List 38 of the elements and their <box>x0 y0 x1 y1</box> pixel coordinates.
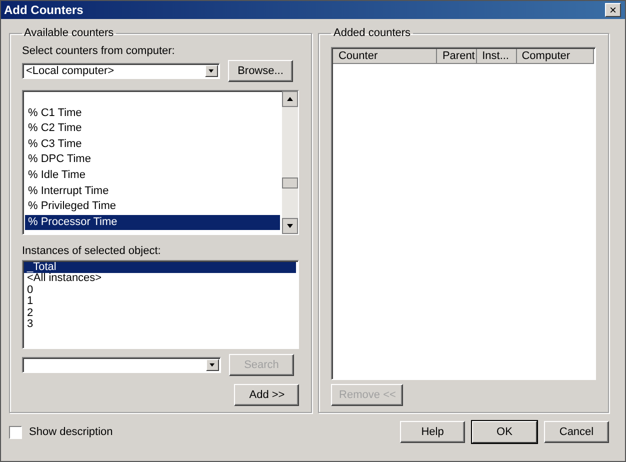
search-dropdown[interactable] <box>22 357 221 374</box>
instance-item[interactable]: 3 <box>24 319 296 331</box>
field-label: Select counters from computer: <box>22 45 176 57</box>
instance-list[interactable]: _Total <All instances> 0 1 2 3 <box>22 260 300 350</box>
instance-item[interactable]: _Total <box>24 262 296 274</box>
column-header[interactable]: Parent <box>437 49 478 64</box>
instance-item[interactable]: 0 <box>24 284 296 296</box>
instance-item[interactable]: 1 <box>24 296 296 308</box>
checkbox[interactable] <box>9 426 22 438</box>
counter-item[interactable]: % C2 Time <box>25 121 280 137</box>
column-header[interactable]: Inst... <box>477 49 517 64</box>
dialog-button[interactable]: Help <box>400 421 465 443</box>
checkbox-label: Show description <box>29 426 113 438</box>
scrollbar[interactable] <box>282 90 298 234</box>
counter-item[interactable]: % DPC Time <box>25 152 280 168</box>
counter-item[interactable]: % Interrupt Time <box>25 184 280 200</box>
instance-item[interactable]: <All instances> <box>24 273 296 285</box>
field-label: Instances of selected object: <box>22 244 162 257</box>
counter-item[interactable]: % Idle Time <box>25 168 280 184</box>
window-title: Add Counters <box>4 3 84 17</box>
instance-item[interactable]: 2 <box>24 308 296 320</box>
counter-item[interactable]: % Privileged Time <box>25 199 280 215</box>
browse-button[interactable]: Browse... <box>228 60 293 82</box>
computer-dropdown[interactable]: <Local computer> <box>22 63 220 79</box>
group-title: Added counters <box>332 27 412 39</box>
counter-item[interactable]: % Processor Time <box>25 214 280 230</box>
counter-list[interactable]: % C1 Time % C2 Time % C3 Time % DPC Time % Idle Time % Interrupt Time % Privileged Time % Processor Time <box>22 90 300 235</box>
dropdown-value: <Local computer> <box>26 65 114 77</box>
add-button[interactable]: Add >> <box>234 384 300 406</box>
column-header[interactable]: Computer <box>516 49 594 64</box>
column-header[interactable]: Counter <box>333 49 438 64</box>
group-title: Available counters <box>23 27 115 39</box>
counter-item[interactable]: % C3 Time <box>25 136 280 152</box>
dialog-button[interactable]: OK <box>472 421 537 443</box>
counter-item[interactable]: % C1 Time <box>25 106 280 122</box>
dialog-button[interactable]: Cancel <box>544 421 609 443</box>
close-button[interactable]: × <box>605 3 621 17</box>
added-counters-list[interactable]: Counter Parent Inst... Computer <box>331 47 596 380</box>
